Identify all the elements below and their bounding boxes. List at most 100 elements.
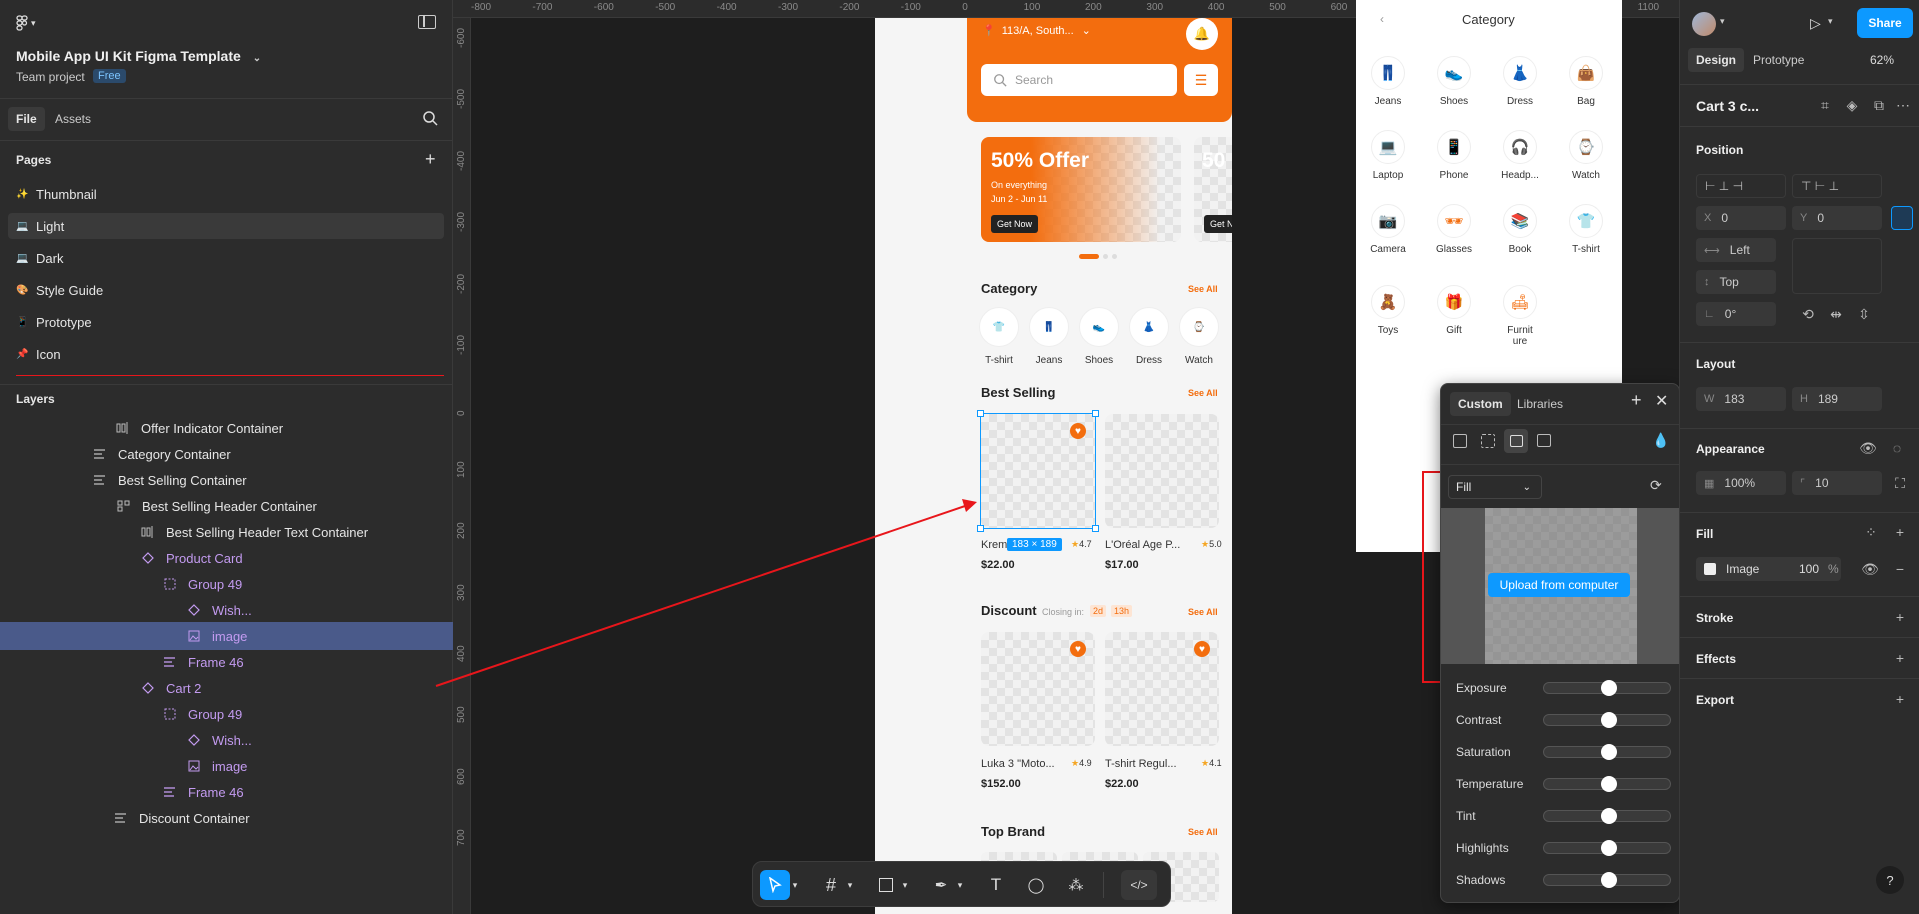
image-preview[interactable]: Upload from computer [1441, 508, 1679, 664]
back-icon[interactable]: ‹ [1380, 12, 1384, 26]
tab-assets[interactable]: Assets [55, 107, 91, 131]
avatar[interactable] [1692, 12, 1716, 36]
carousel-dot[interactable] [1103, 254, 1108, 259]
page-item[interactable]: 📌 Icon [8, 341, 444, 367]
corner-radius-field[interactable]: ⌜ 10 [1792, 471, 1882, 495]
layer-row[interactable]: Discount Container [0, 804, 453, 832]
slider-knob[interactable] [1601, 776, 1617, 792]
category-item[interactable]: 🎁 Gift [1424, 285, 1484, 336]
dev-mode-icon[interactable]: </> [1121, 870, 1157, 900]
layer-row[interactable]: image [0, 752, 453, 780]
category-item[interactable]: 💻 Laptop [1358, 130, 1418, 181]
comment-tool-icon[interactable]: ◯ [1021, 870, 1051, 900]
offer-banner-2[interactable]: 50 Get N [1194, 137, 1232, 242]
layer-row[interactable]: Frame 46 [0, 648, 453, 676]
eye-icon[interactable]: 👁 [1858, 438, 1878, 458]
crop-icon[interactable]: ⌗ [1815, 95, 1835, 115]
category-item[interactable]: 📚 Book [1490, 204, 1550, 255]
height-field[interactable]: H 189 [1792, 387, 1882, 411]
rotation-field[interactable]: ∟ 0° [1696, 302, 1776, 326]
category-item[interactable]: 👕 T-shirt [1556, 204, 1616, 255]
slider-knob[interactable] [1601, 840, 1617, 856]
layer-row[interactable]: Product Card [0, 544, 453, 572]
image-fill-icon[interactable] [1504, 429, 1528, 453]
adjustment-slider[interactable] [1543, 872, 1671, 888]
add-effect-icon[interactable]: + [1890, 648, 1910, 668]
category-item[interactable]: 👖 Jeans [1027, 307, 1071, 366]
get-now-button[interactable]: Get Now [991, 215, 1039, 233]
video-fill-icon[interactable] [1537, 434, 1551, 447]
gradient-fill-icon[interactable] [1481, 434, 1495, 448]
rectangle-tool-icon[interactable] [871, 870, 901, 900]
category-item[interactable]: 👗 Dress [1490, 56, 1550, 107]
canvas[interactable] [471, 18, 875, 914]
category-item[interactable]: 👗 Dress [1127, 307, 1171, 366]
adjustment-slider[interactable] [1543, 712, 1671, 728]
tab-design[interactable]: Design [1688, 48, 1745, 72]
filter-icon[interactable]: ☰ [1184, 64, 1218, 96]
tab-prototype[interactable]: Prototype [1753, 48, 1804, 72]
width-field[interactable]: W 183 [1696, 387, 1786, 411]
fill-mode-select[interactable]: Fill ⌄ [1448, 475, 1542, 499]
category-item[interactable]: 👕 T-shirt [977, 307, 1021, 366]
align-vertical-group[interactable]: ⊤ ⊢ ⊥ [1792, 174, 1882, 198]
move-tool-icon[interactable] [760, 870, 790, 900]
see-all-link[interactable]: See All [1188, 388, 1218, 398]
category-item[interactable]: 🧸 Toys [1358, 285, 1418, 336]
chevron-down-icon[interactable]: ▾ [953, 870, 967, 900]
layer-row[interactable]: Cart 2 [0, 674, 453, 702]
close-icon[interactable]: ✕ [1655, 391, 1668, 411]
styles-grid-icon[interactable]: ⁘ [1861, 522, 1881, 542]
independent-corners-icon[interactable]: ⛶ [1890, 473, 1910, 493]
search-input[interactable]: Search [981, 64, 1177, 96]
image-swatch-icon[interactable] [1704, 563, 1716, 575]
tab-file[interactable]: File [8, 107, 45, 131]
add-fill-icon[interactable]: + [1890, 522, 1910, 542]
layer-row[interactable]: Offer Indicator Container [0, 414, 453, 442]
layer-row[interactable]: image [0, 622, 453, 650]
horizontal-constraint-select[interactable]: ⟷ Left [1696, 238, 1776, 262]
layer-row[interactable]: Group 49 [0, 700, 453, 728]
see-all-link[interactable]: See All [1188, 607, 1218, 617]
chevron-down-icon[interactable]: ▾ [1720, 16, 1725, 27]
component-icon[interactable]: ◈ [1842, 95, 1862, 115]
adjustment-slider[interactable] [1543, 776, 1671, 792]
figma-menu-icon[interactable]: ▾ [16, 14, 40, 32]
constraints-widget[interactable] [1792, 238, 1882, 294]
chevron-down-icon[interactable]: ▾ [898, 870, 912, 900]
chevron-down-icon[interactable]: ▾ [1828, 16, 1833, 27]
page-item[interactable]: 🎨 Style Guide [8, 277, 444, 303]
wishlist-heart-icon[interactable]: ♥ [1194, 641, 1210, 657]
tab-custom[interactable]: Custom [1450, 392, 1511, 416]
file-name[interactable]: Mobile App UI Kit Figma Template ⌄ [16, 48, 261, 64]
frame-tool-icon[interactable]: # [816, 870, 846, 900]
category-item[interactable]: 👟 Shoes [1424, 56, 1484, 107]
slider-knob[interactable] [1601, 680, 1617, 696]
share-button[interactable]: Share [1857, 8, 1913, 38]
constraints-toggle-icon[interactable] [1891, 206, 1913, 230]
add-icon[interactable]: + [1631, 390, 1642, 411]
layer-row[interactable]: Wish... [0, 726, 453, 754]
solid-fill-icon[interactable] [1453, 434, 1467, 448]
add-page-icon[interactable]: + [425, 149, 436, 170]
get-now-button[interactable]: Get N [1204, 215, 1232, 233]
chevron-down-icon[interactable]: ▾ [843, 870, 857, 900]
category-item[interactable]: 👖 Jeans [1358, 56, 1418, 107]
text-tool-icon[interactable]: T [981, 870, 1011, 900]
page-item[interactable]: 📱 Prototype [8, 309, 444, 335]
category-item[interactable]: 🕶 Glasses [1424, 204, 1484, 255]
page-item[interactable]: 💻 Light [8, 213, 444, 239]
drop-icon[interactable]: ◌ [1887, 438, 1907, 458]
align-horizontal-group[interactable]: ⊢ ⊥ ⊣ [1696, 174, 1786, 198]
category-item[interactable]: 👟 Shoes [1077, 307, 1121, 366]
layer-row[interactable]: Group 49 [0, 570, 453, 598]
category-item[interactable]: 📷 Camera [1358, 204, 1418, 255]
y-field[interactable]: Y0 [1792, 206, 1882, 230]
layer-row[interactable]: Frame 46 [0, 778, 453, 806]
x-field[interactable]: X0 [1696, 206, 1786, 230]
category-item[interactable]: 📱 Phone [1424, 130, 1484, 181]
vertical-constraint-select[interactable]: ↕ Top [1696, 270, 1776, 294]
phone-frame[interactable]: 📍 113/A, South... ⌄ 🔔 Search ☰ 50% Offer O… [875, 18, 1232, 914]
carousel-dot[interactable] [1112, 254, 1117, 259]
location[interactable]: 📍 113/A, South... ⌄ [982, 24, 1091, 38]
